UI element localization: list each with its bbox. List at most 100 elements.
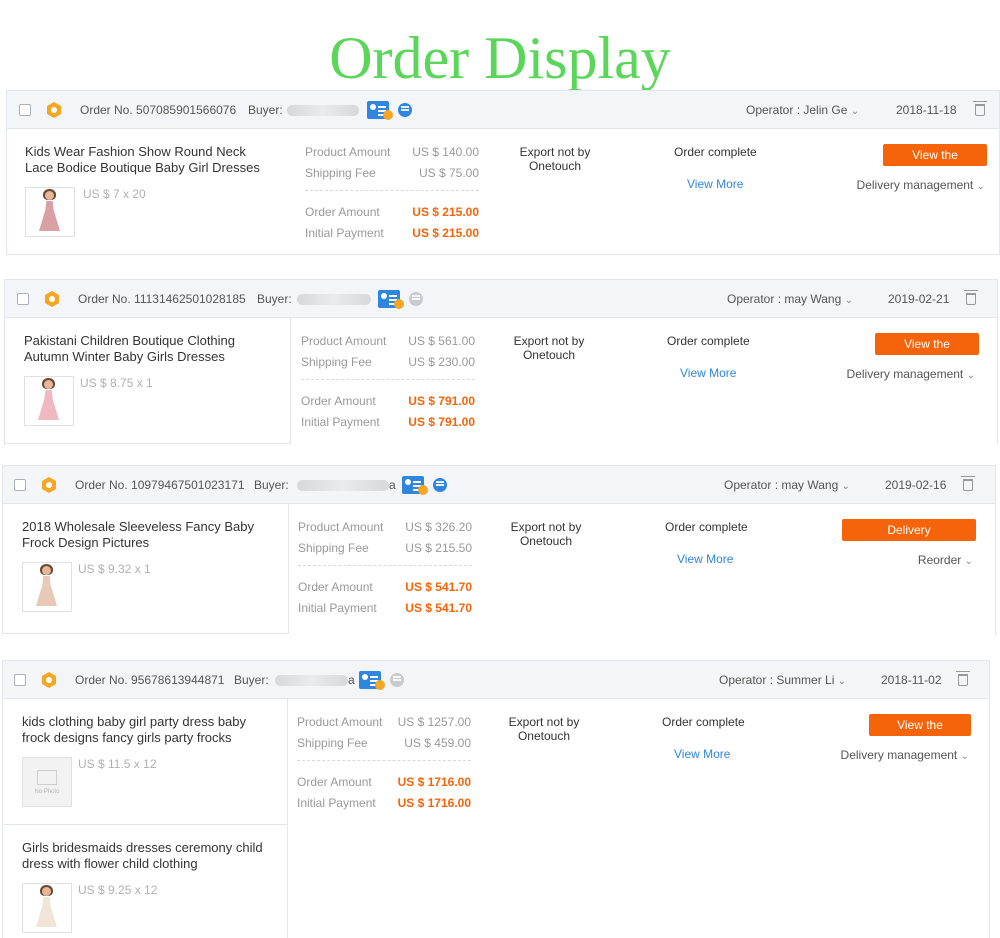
- chat-icon[interactable]: [409, 292, 423, 306]
- product-name[interactable]: kids clothing baby girl party dress baby…: [22, 714, 272, 746]
- verified-badge-icon: [418, 485, 428, 495]
- reorder-dropdown[interactable]: Reorder ⌄: [863, 553, 973, 567]
- order-status: Order complete: [674, 145, 757, 159]
- order-number: Order No. 95678613944871: [75, 673, 225, 687]
- view-review-button[interactable]: View the review: [869, 714, 971, 754]
- product-name[interactable]: Kids Wear Fashion Show Round Neck Lace B…: [25, 144, 275, 176]
- select-checkbox[interactable]: [14, 674, 26, 686]
- operator[interactable]: Operator : Summer Li ⌄: [719, 661, 846, 701]
- order-card: Order No. 95678613944871 Buyer: a Operat…: [2, 660, 990, 938]
- view-more-link[interactable]: View More: [674, 747, 730, 761]
- initial-payment: US $ 791.00: [408, 415, 475, 429]
- select-checkbox[interactable]: [14, 479, 26, 491]
- product-name[interactable]: Pakistani Children Boutique Clothing Aut…: [24, 333, 264, 365]
- buyer-name-redacted: [297, 294, 371, 305]
- select-checkbox[interactable]: [17, 293, 29, 305]
- view-review-button[interactable]: View the review: [875, 333, 979, 373]
- trash-icon[interactable]: [956, 671, 970, 686]
- trash-icon[interactable]: [973, 101, 987, 116]
- product-name[interactable]: 2018 Wholesale Sleeveless Fancy Baby Fro…: [22, 519, 262, 551]
- gold-supplier-icon: [47, 102, 61, 118]
- initial-payment: US $ 1716.00: [397, 796, 471, 810]
- buyer-name-redacted: [287, 105, 359, 116]
- chevron-down-icon: ⌄: [966, 370, 975, 381]
- order-card: Order No. 507085901566076 Buyer: Operato…: [6, 90, 1000, 255]
- order-card: Order No. 10979467501023171 Buyer: a Ope…: [2, 465, 996, 635]
- order-header: Order No. 11131462501028185 Buyer: Opera…: [5, 280, 997, 318]
- product-name[interactable]: Girls bridesmaids dresses ceremony child…: [22, 840, 272, 872]
- unit-price: US $ 7 x 20: [83, 187, 146, 201]
- operator[interactable]: Operator : may Wang ⌄: [727, 280, 853, 320]
- order-status: Order complete: [667, 334, 750, 348]
- no-photo-placeholder: No Photo: [23, 758, 71, 806]
- order-date: 2018-11-02: [881, 673, 942, 687]
- product-thumbnail[interactable]: [22, 883, 72, 933]
- order-status: Order complete: [665, 520, 748, 534]
- view-review-button[interactable]: View the review: [883, 144, 987, 184]
- buyer-name-redacted: [275, 675, 348, 686]
- buyer-name-fragment: a: [348, 673, 355, 687]
- buyer-label: Buyer:: [248, 103, 283, 117]
- trash-icon[interactable]: [964, 290, 978, 305]
- product-thumbnail[interactable]: No Photo: [22, 757, 72, 807]
- chat-icon[interactable]: [433, 478, 447, 492]
- trash-icon[interactable]: [961, 476, 975, 491]
- verified-badge-icon: [383, 110, 393, 120]
- image-icon: [37, 770, 57, 785]
- gold-supplier-icon: [45, 291, 59, 307]
- order-status: Order complete: [662, 715, 745, 729]
- order-number: Order No. 11131462501028185: [78, 292, 246, 306]
- chevron-down-icon: ⌄: [844, 295, 854, 306]
- product-thumbnail[interactable]: [24, 376, 74, 426]
- unit-price: US $ 9.32 x 1: [78, 562, 151, 576]
- order-date: 2019-02-21: [888, 292, 950, 306]
- product-amount: US $ 326.20: [405, 520, 472, 534]
- operator[interactable]: Operator : may Wang ⌄: [724, 466, 850, 506]
- chevron-down-icon: ⌄: [976, 181, 985, 192]
- chat-icon[interactable]: [390, 673, 404, 687]
- order-header: Order No. 507085901566076 Buyer: Operato…: [7, 91, 999, 129]
- delivery-management-dropdown[interactable]: Delivery management ⌄: [829, 748, 969, 762]
- order-amount: US $ 215.00: [412, 205, 479, 219]
- operator[interactable]: Operator : Jelin Ge ⌄: [746, 91, 859, 131]
- verified-badge-icon: [375, 680, 385, 690]
- export-status: Export not by Onetouch: [510, 520, 582, 548]
- order-number: Order No. 507085901566076: [80, 103, 237, 117]
- chevron-down-icon: ⌄: [837, 676, 847, 687]
- order-number: Order No. 10979467501023171: [75, 478, 245, 492]
- buyer-label: Buyer:: [257, 292, 292, 306]
- initial-payment: US $ 215.00: [412, 226, 479, 240]
- delivery-management-dropdown[interactable]: Delivery management ⌄: [837, 367, 975, 381]
- select-checkbox[interactable]: [19, 104, 31, 116]
- order-date: 2018-11-18: [896, 103, 957, 117]
- chevron-down-icon: ⌄: [841, 481, 851, 492]
- export-status: Export not by Onetouch: [513, 334, 585, 362]
- view-more-link[interactable]: View More: [687, 177, 743, 191]
- shipping-fee: US $ 215.50: [405, 541, 472, 555]
- buyer-name-fragment: a: [389, 478, 396, 492]
- buyer-label: Buyer:: [254, 478, 289, 492]
- chevron-down-icon: ⌄: [850, 106, 860, 117]
- shipping-fee: US $ 75.00: [418, 166, 479, 180]
- delivery-management-button[interactable]: Delivery management: [842, 519, 976, 559]
- order-amount: US $ 791.00: [408, 394, 475, 408]
- initial-payment: US $ 541.70: [405, 601, 472, 615]
- chat-icon[interactable]: [398, 103, 412, 117]
- unit-price: US $ 9.25 x 12: [78, 883, 158, 897]
- view-more-link[interactable]: View More: [680, 366, 736, 380]
- gold-supplier-icon: [42, 477, 56, 493]
- delivery-management-dropdown[interactable]: Delivery management ⌄: [847, 178, 985, 192]
- shipping-fee: US $ 459.00: [404, 736, 471, 750]
- verified-badge-icon: [394, 299, 404, 309]
- unit-price: US $ 8.75 x 1: [80, 376, 153, 390]
- page-title: Order Display: [329, 25, 671, 91]
- order-date: 2019-02-16: [885, 478, 947, 492]
- order-header: Order No. 10979467501023171 Buyer: a Ope…: [3, 466, 995, 504]
- product-amount: US $ 140.00: [412, 145, 479, 159]
- unit-price: US $ 11.5 x 12: [78, 757, 157, 771]
- order-header: Order No. 95678613944871 Buyer: a Operat…: [3, 661, 989, 699]
- view-more-link[interactable]: View More: [677, 552, 733, 566]
- product-thumbnail[interactable]: [22, 562, 72, 612]
- product-thumbnail[interactable]: [25, 187, 75, 237]
- export-status: Export not by Onetouch: [519, 145, 591, 173]
